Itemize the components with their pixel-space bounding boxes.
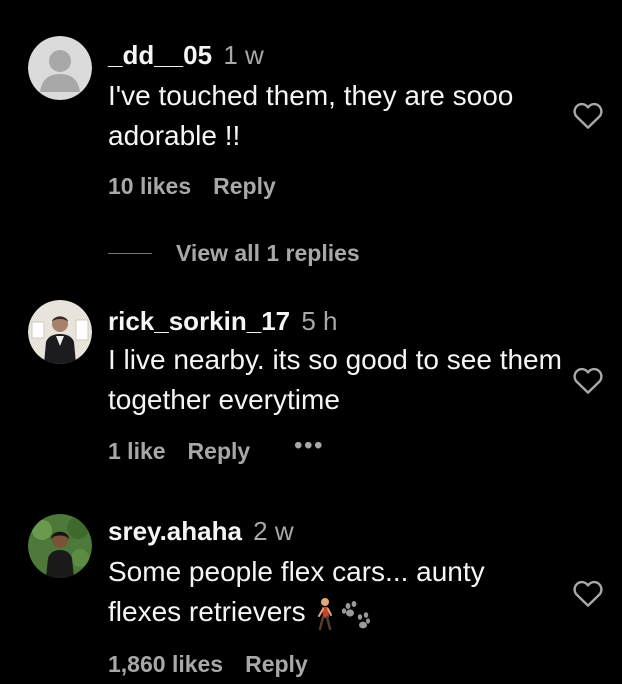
comment-actions: 1,860 likes Reply	[108, 650, 308, 678]
comment-text-body: Some people flex cars... aunty flexes re…	[108, 556, 485, 627]
more-options-button[interactable]: •••	[294, 431, 324, 459]
profile-photo-icon	[28, 300, 92, 364]
comment-meta: srey.ahaha 2 w	[108, 516, 294, 546]
avatar[interactable]	[28, 514, 92, 578]
comment-text: I live nearby. its so good to see them t…	[108, 344, 562, 415]
username[interactable]: rick_sorkin_17	[108, 306, 290, 336]
paw-prints-icon	[341, 600, 370, 629]
heart-icon[interactable]	[572, 100, 604, 130]
username[interactable]: _dd__05	[108, 40, 212, 70]
view-replies-button[interactable]: View all 1 replies	[108, 236, 360, 270]
view-replies-label: View all 1 replies	[176, 239, 360, 266]
avatar[interactable]	[28, 300, 92, 364]
reply-button[interactable]: Reply	[213, 172, 276, 200]
comment-text: Some people flex cars... aunty flexes re…	[108, 552, 553, 632]
person-walking-icon	[317, 597, 332, 630]
comment-actions: 1 like Reply •••	[108, 432, 324, 465]
profile-photo-icon	[28, 514, 92, 578]
likes-count[interactable]: 1,860 likes	[108, 650, 223, 678]
reply-button[interactable]: Reply	[245, 650, 308, 678]
timestamp[interactable]: 2 w	[253, 516, 293, 546]
heart-icon[interactable]	[572, 365, 604, 395]
likes-count[interactable]: 10 likes	[108, 172, 191, 200]
reply-button[interactable]: Reply	[188, 437, 251, 465]
timestamp[interactable]: 1 w	[223, 40, 263, 70]
comment-actions: 10 likes Reply	[108, 172, 276, 200]
replies-divider	[108, 252, 152, 254]
comment-meta: _dd__05 1 w	[108, 40, 264, 70]
comment-text: I've touched them, they are sooo adorabl…	[108, 80, 514, 151]
timestamp[interactable]: 5 h	[301, 306, 337, 336]
avatar[interactable]	[28, 36, 92, 100]
comment-meta: rick_sorkin_17 5 h	[108, 306, 338, 336]
heart-icon[interactable]	[572, 578, 604, 608]
default-avatar-icon	[28, 36, 92, 100]
likes-count[interactable]: 1 like	[108, 437, 166, 465]
username[interactable]: srey.ahaha	[108, 516, 242, 546]
